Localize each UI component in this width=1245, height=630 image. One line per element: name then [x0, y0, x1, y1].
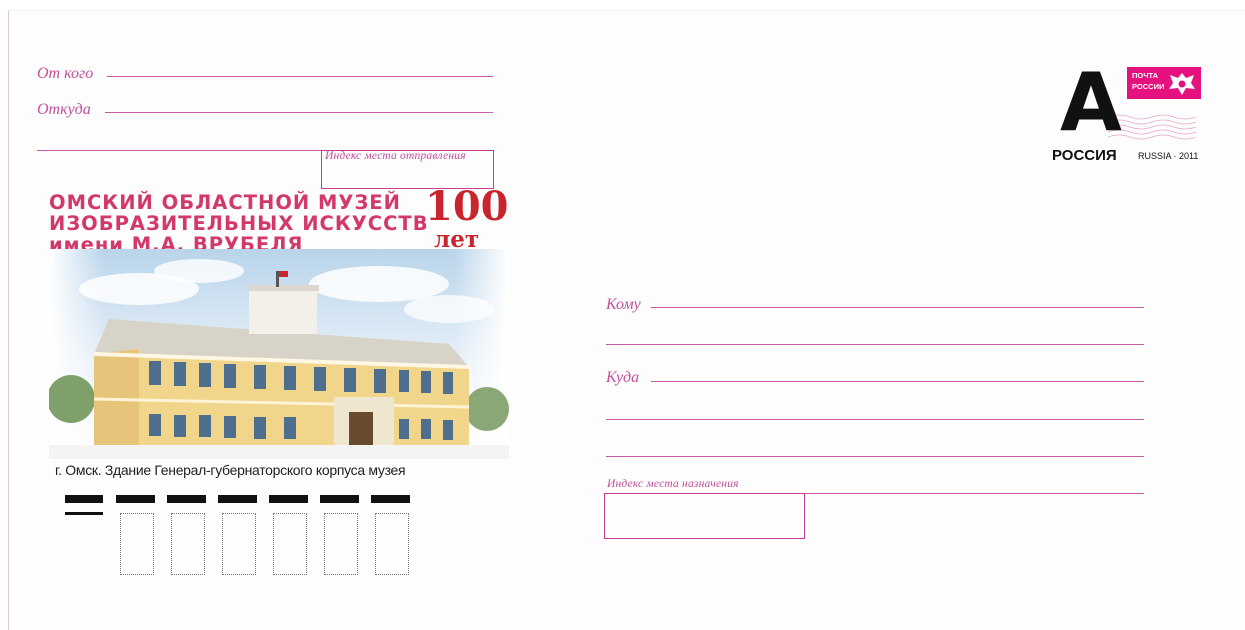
- address-from-line-2[interactable]: [37, 150, 327, 151]
- index-digit-box[interactable]: [324, 513, 358, 575]
- address-to-label: Куда: [606, 369, 640, 386]
- index-digit-bar: [320, 495, 359, 503]
- logo-line-2: РОССИИ: [1132, 82, 1165, 91]
- recipient-index-label: Индекс места назначения: [607, 478, 739, 490]
- index-digit-bar: [269, 495, 308, 503]
- index-digit-bar: [167, 495, 206, 503]
- index-marker-bar-bottom: [65, 512, 103, 515]
- to-line[interactable]: [651, 307, 1144, 308]
- from-label: От кого: [37, 65, 94, 82]
- envelope: От кого Откуда Индекс места отправления …: [8, 10, 1245, 630]
- postage-stamp: А ПОЧТА РОССИИ РОССИЯ RUSSIA · 2011: [1052, 59, 1202, 165]
- index-digit-box[interactable]: [120, 513, 154, 575]
- stamp-issue-year: RUSSIA · 2011: [1138, 151, 1199, 161]
- index-digit-bar: [116, 495, 155, 503]
- index-digit-bar: [371, 495, 410, 503]
- stamp-country: РОССИЯ: [1052, 147, 1117, 164]
- recipient-index-box[interactable]: [604, 493, 805, 539]
- address-from-line[interactable]: [105, 112, 493, 113]
- index-digit-box[interactable]: [171, 513, 205, 575]
- russian-post-logo: ПОЧТА РОССИИ: [1127, 67, 1201, 99]
- index-digit-box[interactable]: [375, 513, 409, 575]
- anniversary-number: 100: [425, 183, 509, 230]
- artwork-caption: г. Омск. Здание Генерал-губернаторского …: [55, 462, 406, 478]
- sender-index-label: Индекс места отправления: [325, 150, 466, 162]
- index-marker-bar-top: [65, 495, 103, 503]
- stamp-letter-a: А: [1060, 56, 1122, 149]
- address-to-line-2[interactable]: [606, 419, 1144, 420]
- index-digit-box[interactable]: [222, 513, 256, 575]
- index-digit-bar: [218, 495, 257, 503]
- to-line-2[interactable]: [606, 344, 1144, 345]
- museum-title-line-2: ИЗОБРАЗИТЕЛЬНЫХ ИСКУССТВ: [49, 212, 429, 235]
- address-to-line-3[interactable]: [606, 456, 1144, 457]
- index-digit-box[interactable]: [273, 513, 307, 575]
- eagle-emblem-icon: [1169, 73, 1195, 95]
- museum-title-line-1: ОМСКИЙ ОБЛАСТНОЙ МУЗЕЙ: [49, 191, 401, 214]
- from-line[interactable]: [107, 76, 493, 77]
- address-to-line[interactable]: [651, 381, 1144, 382]
- logo-line-1: ПОЧТА: [1132, 71, 1159, 80]
- museum-building-illustration: [49, 249, 509, 459]
- to-label: Кому: [606, 296, 641, 313]
- address-from-label: Откуда: [37, 101, 91, 118]
